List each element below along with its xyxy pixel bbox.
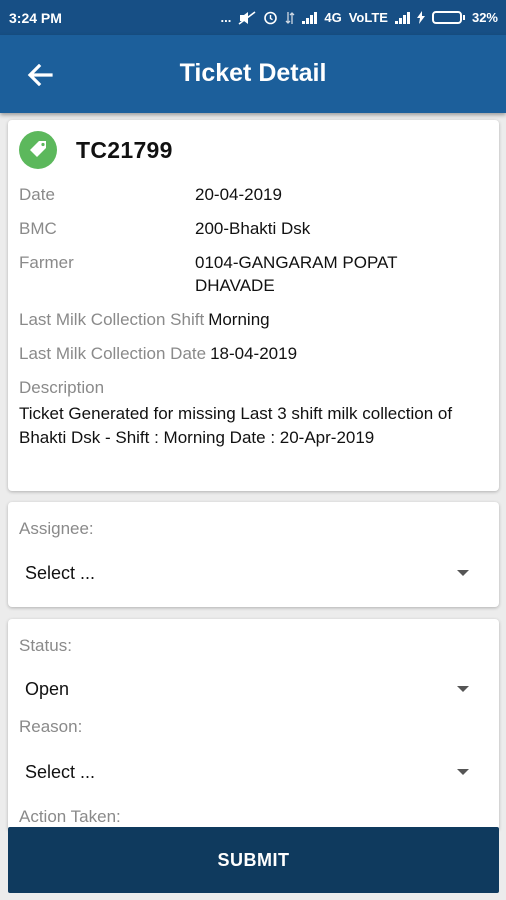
action-taken-label: Action Taken: (19, 807, 121, 826)
field-value: 18-04-2019 (210, 344, 298, 363)
signal-icon-2 (394, 11, 410, 24)
assignee-label: Assignee: (19, 519, 94, 538)
network-type-label: 4G (324, 10, 342, 25)
status-bar: 3:24 PM ... 4G VoLTE 32% (0, 0, 506, 35)
submit-button[interactable]: SUBMIT (8, 827, 499, 893)
field-value: Morning (208, 310, 270, 329)
reason-select-value: Select ... (25, 761, 96, 782)
status-select-value: Open (25, 678, 70, 699)
reason-label: Reason: (19, 717, 83, 736)
field-last-date: Last Milk Collection Date 18-04-2019 (19, 342, 297, 365)
field-farmer: Farmer 0104-GANGARAM POPAT DHAVADE (19, 251, 455, 297)
status-label: Status: (19, 636, 72, 655)
dropdown-arrow-icon (457, 570, 469, 576)
charging-icon (416, 11, 425, 24)
field-value: 200-Bhakti Dsk (195, 219, 311, 238)
dropdown-arrow-icon (457, 686, 469, 692)
battery-percent: 32% (471, 10, 498, 25)
status-select[interactable]: Open (19, 674, 479, 704)
app-bar: Ticket Detail (0, 35, 506, 113)
notification-dots: ... (220, 10, 232, 25)
field-label: Description (19, 378, 105, 397)
status-card: Status: Open Reason: Select ... Action T… (8, 619, 499, 829)
field-label: Farmer (19, 253, 74, 272)
field-label: Last Milk Collection Shift (19, 310, 205, 329)
ticket-number: TC21799 (76, 136, 173, 163)
field-label: BMC (19, 219, 57, 238)
mute-icon (238, 10, 256, 25)
reason-select[interactable]: Select ... (19, 757, 479, 787)
ticket-detail-card: TC21799 Date 20-04-2019 BMC 200-Bhakti D… (8, 120, 499, 491)
field-description-label: Description (19, 376, 104, 399)
field-date: Date 20-04-2019 (19, 183, 282, 206)
dropdown-arrow-icon (457, 769, 469, 775)
field-label: Date (19, 185, 55, 204)
status-icons: ... 4G VoLTE 32% (221, 10, 498, 25)
tag-icon (19, 131, 57, 169)
field-value: 0104-GANGARAM POPAT DHAVADE (195, 253, 398, 295)
signal-icon (302, 11, 318, 24)
field-value: 20-04-2019 (195, 185, 282, 204)
data-transfer-icon (285, 11, 295, 24)
battery-icon (431, 11, 465, 24)
page-title: Ticket Detail (179, 59, 327, 87)
ticket-header: TC21799 (19, 131, 173, 169)
field-last-shift: Last Milk Collection Shift Morning (19, 308, 270, 331)
assignee-select[interactable]: Select ... (19, 558, 479, 588)
description-text: Ticket Generated for missing Last 3 shif… (19, 404, 453, 447)
field-bmc: BMC 200-Bhakti Dsk (19, 217, 310, 240)
assignee-card: Assignee: Select ... (8, 502, 499, 607)
assignee-select-value: Select ... (25, 562, 96, 583)
submit-button-label: SUBMIT (217, 849, 290, 870)
status-time: 3:24 PM (9, 9, 62, 26)
volte-label: VoLTE (348, 10, 388, 25)
field-label: Last Milk Collection Date (19, 344, 207, 363)
alarm-icon (264, 11, 278, 25)
